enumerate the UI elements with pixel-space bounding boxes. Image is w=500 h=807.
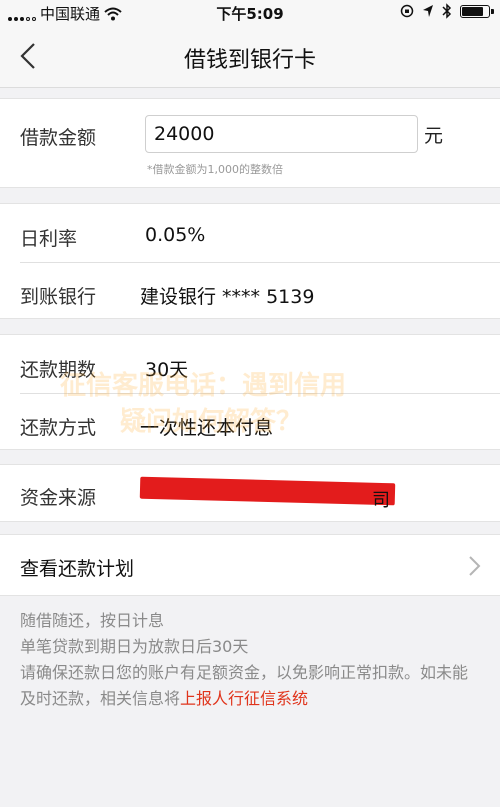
redaction-mark (139, 476, 396, 506)
term-value: 30天 (145, 359, 189, 381)
amount-label: 借款金额 (20, 127, 97, 149)
credit-report-warning: 上报人行征信系统 (180, 689, 309, 708)
loan-amount-card: 借款金额 元 *借款金额为1,000的整数倍 (0, 98, 500, 188)
amount-unit: 元 (424, 125, 444, 147)
bluetooth-icon (442, 3, 452, 19)
note-line: 单笔贷款到期日为放款日后30天 (20, 637, 249, 656)
repayment-notes: 随借随还，按日计息 单笔贷款到期日为放款日后30天 请确保还款日您的账户有足额资… (20, 608, 480, 712)
view-repayment-plan-row[interactable]: 查看还款计划 (0, 534, 500, 596)
rate-row: 日利率 0.05% (0, 204, 500, 262)
bank-value: 建设银行 **** 5139 (140, 286, 315, 308)
battery-level (462, 6, 484, 16)
funding-value-tail: 司 (372, 490, 390, 511)
plan-label: 查看还款计划 (20, 558, 135, 580)
location-icon (423, 5, 433, 17)
method-value: 一次性还本付息 (140, 417, 274, 439)
rate-bank-card: 日利率 0.05% 到账银行 建设银行 **** 5139 (0, 203, 500, 319)
rate-value: 0.05% (145, 224, 206, 246)
repayment-card: 还款期数 30天 还款方式 一次性还本付息 (0, 334, 500, 450)
chevron-right-icon (469, 556, 481, 576)
page-title: 借钱到银行卡 (183, 48, 316, 73)
status-bar: 中国联通 下午5:09 (0, 0, 500, 26)
bank-label: 到账银行 (20, 286, 97, 308)
method-label: 还款方式 (20, 417, 97, 439)
rotation-lock-icon (400, 4, 414, 18)
note-line: 请确保还款日您的账户有足额资金，以免影响正常扣款。如未能及时还款，相关信息将上报… (20, 660, 480, 712)
amount-input[interactable] (145, 115, 418, 153)
battery-icon (460, 4, 494, 18)
funding-card: 资金来源 司 (0, 464, 500, 522)
bank-row[interactable]: 到账银行 建设银行 **** 5139 (0, 262, 500, 320)
note-line: 随借随还，按日计息 (20, 611, 165, 630)
amount-hint: *借款金额为1,000的整数倍 (147, 163, 283, 176)
funding-label: 资金来源 (20, 487, 97, 509)
rate-label: 日利率 (20, 228, 78, 250)
term-row[interactable]: 还款期数 30天 (0, 335, 500, 393)
method-row[interactable]: 还款方式 一次性还本付息 (0, 393, 500, 451)
nav-bar: 借钱到银行卡 (0, 26, 500, 88)
status-right (400, 3, 494, 19)
term-label: 还款期数 (20, 359, 97, 381)
